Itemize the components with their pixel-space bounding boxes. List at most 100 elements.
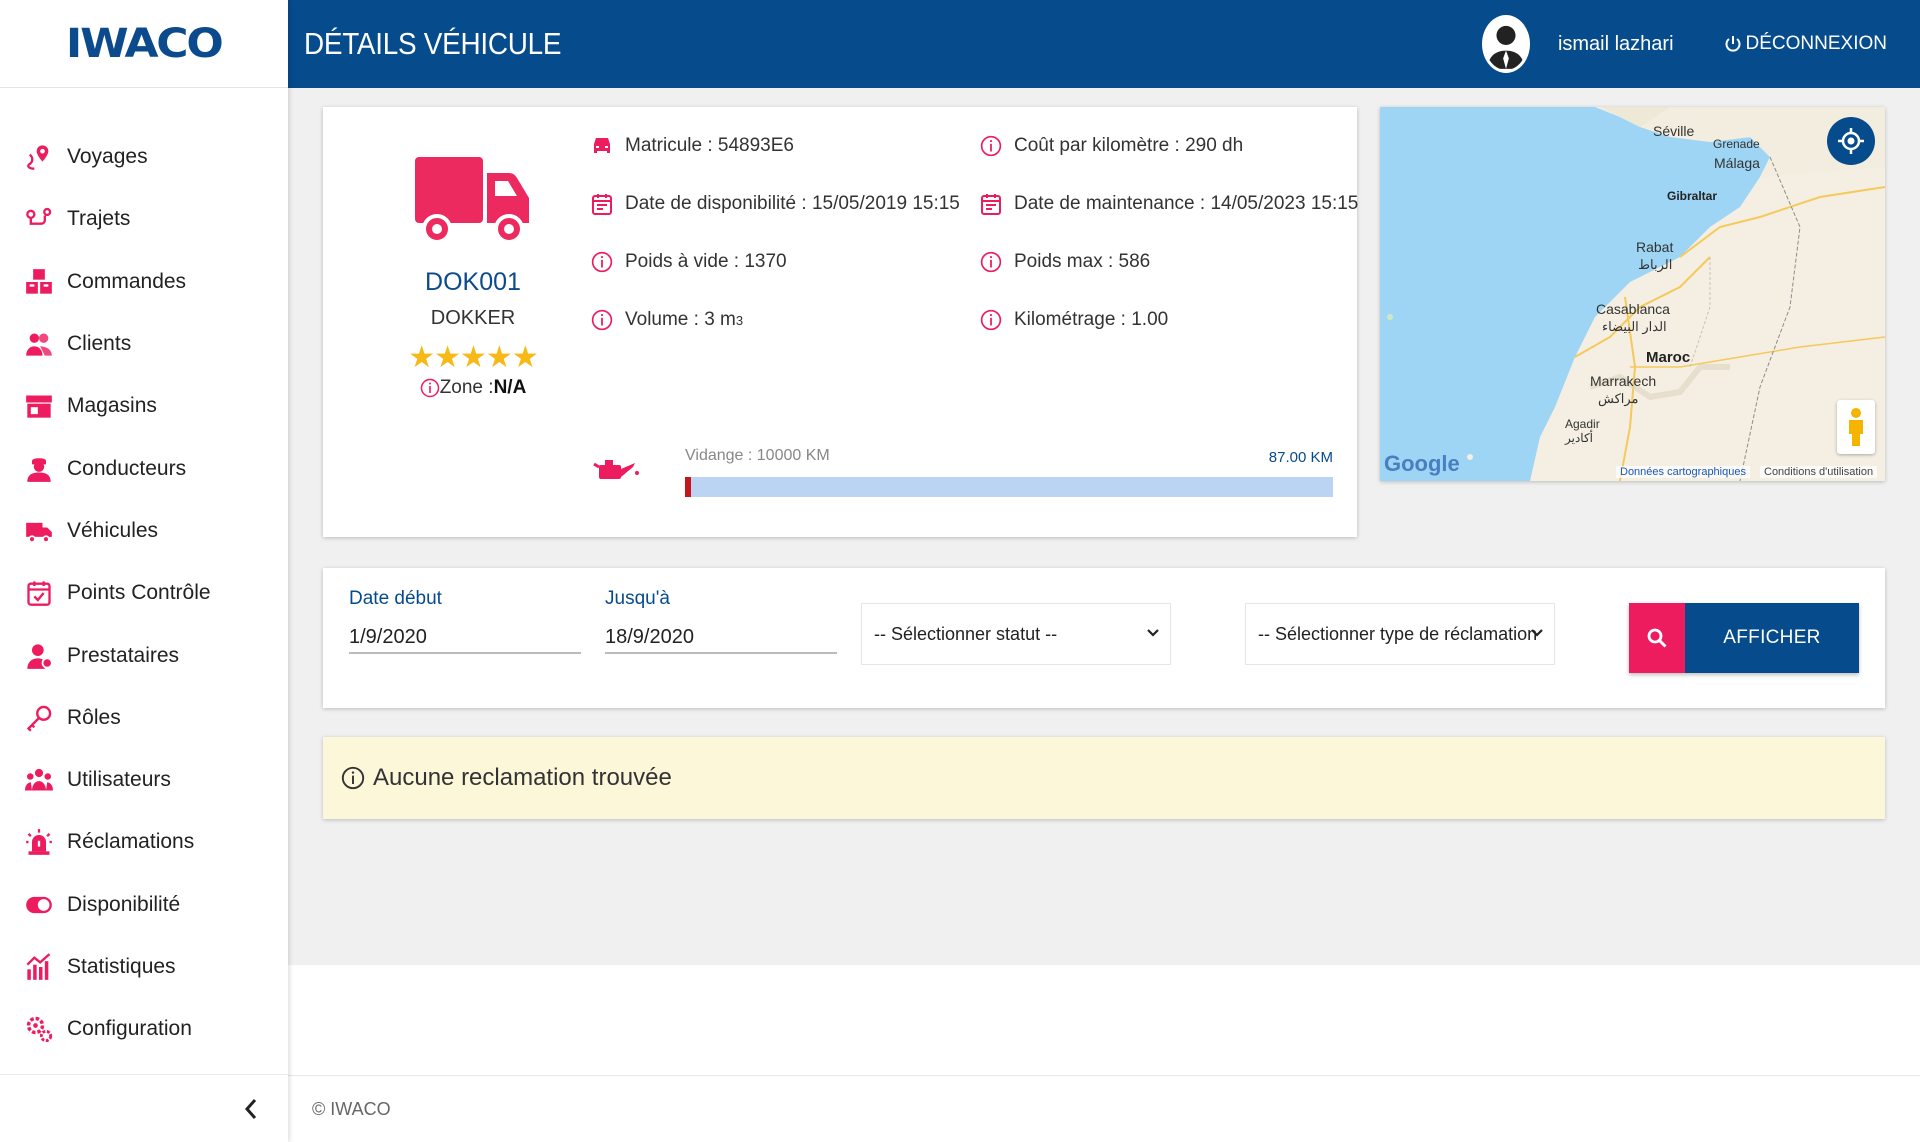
search-icon <box>1647 628 1667 648</box>
sidebar-item-points-controle[interactable]: Points Contrôle <box>0 562 288 624</box>
main-content: DOK001 DOKKER ★★★★★ Zone : N/A Matricule … <box>288 88 1920 965</box>
sidebar-item-magasins[interactable]: Magasins <box>0 375 288 437</box>
sidebar-item-label: Utilisateurs <box>67 768 171 792</box>
sidebar-item-statistiques[interactable]: Statistiques <box>0 936 288 998</box>
afficher-button[interactable]: AFFICHER <box>1629 603 1859 673</box>
truck-icon <box>24 516 54 546</box>
map-panel[interactable]: Séville Grenade Málaga Gibraltar Rabat ا… <box>1380 107 1885 481</box>
matricule-row: Matricule : 54893E6 <box>591 135 794 157</box>
date-maint-row: Date de maintenance : 14/05/2023 15:15 <box>980 193 1358 215</box>
map-label-marrakech-ar: مراكش <box>1598 391 1639 406</box>
person-icon <box>24 641 54 671</box>
sidebar-item-label: Trajets <box>67 207 131 231</box>
google-logo[interactable]: Google <box>1384 451 1460 477</box>
map-label-malaga: Málaga <box>1714 155 1760 171</box>
iwaco-logo[interactable]: IWACO <box>66 21 224 67</box>
logout-button[interactable]: DÉCONNEXION <box>1724 33 1887 55</box>
avatar[interactable] <box>1481 15 1530 73</box>
sidebar-item-voyages[interactable]: Voyages <box>0 126 288 188</box>
street-view-pegman[interactable] <box>1837 400 1875 454</box>
vehicle-identity: DOK001 DOKKER ★★★★★ Zone : N/A <box>393 157 553 399</box>
sidebar-item-prestataires[interactable]: Prestataires <box>0 624 288 686</box>
matricule-text: Matricule : 54893E6 <box>625 135 794 156</box>
sidebar-item-label: Configuration <box>67 1017 192 1041</box>
power-icon <box>1725 36 1741 52</box>
map-terms-link[interactable]: Conditions d'utilisation <box>1760 466 1878 478</box>
filter-card: Date début Jusqu'à -- Sélectionner statu… <box>323 568 1885 708</box>
map-label-rabat: Rabat <box>1636 239 1674 255</box>
sidebar-item-commandes[interactable]: Commandes <box>0 251 288 313</box>
user-name[interactable]: ismail lazhari <box>1558 33 1674 56</box>
crosshair-icon <box>1838 128 1864 154</box>
chevron-down-icon <box>1147 629 1159 637</box>
sidebar-item-label: Conducteurs <box>67 456 187 480</box>
sidebar-item-label: Points Contrôle <box>67 581 211 605</box>
sidebar-item-reclamations[interactable]: Réclamations <box>0 811 288 873</box>
logout-label: DÉCONNEXION <box>1745 33 1887 54</box>
oil-can-icon <box>593 460 639 479</box>
date-maint-text: Date de maintenance : 14/05/2023 15:15 <box>1014 193 1359 214</box>
jusqua-input[interactable] <box>605 622 837 654</box>
sidebar-item-label: Commandes <box>67 269 187 293</box>
poids-vide-text: Poids à vide : 1370 <box>625 251 787 272</box>
map-location-button[interactable] <box>1827 117 1875 165</box>
gears-icon <box>24 1014 54 1044</box>
zone-label: Zone : <box>439 377 494 398</box>
poids-max-row: Poids max : 586 <box>980 251 1150 273</box>
map-label-agadir: Agadir <box>1565 417 1600 431</box>
calendar-icon <box>981 194 1001 215</box>
vidange-section: Vidange : 10000 KM 87.00 KM <box>593 447 1333 507</box>
info-icon <box>341 766 365 790</box>
sidebar-item-conducteurs[interactable]: Conducteurs <box>0 437 288 499</box>
date-dispo-text: Date de disponibilité : 15/05/2019 15:15 <box>625 193 960 214</box>
sidebar-item-clients[interactable]: Clients <box>0 313 288 375</box>
map-label-rabat-ar: الرباط <box>1638 257 1673 272</box>
alarm-icon <box>24 827 54 857</box>
sidebar-nav: Voyages Trajets Commandes Clients Magasi… <box>0 88 288 1060</box>
collapse-sidebar-button[interactable] <box>236 1094 266 1124</box>
sidebar-item-roles[interactable]: Rôles <box>0 687 288 749</box>
copyright-text: © IWACO <box>312 1098 391 1119</box>
chevron-down-icon <box>1531 629 1543 637</box>
map-label-grenade: Grenade <box>1713 137 1760 151</box>
volume-exponent: 3 <box>735 312 744 328</box>
date-dispo-row: Date de disponibilité : 15/05/2019 15:15 <box>591 193 960 215</box>
trajet-icon <box>24 204 54 234</box>
map-label-marrakech: Marrakech <box>1590 373 1657 389</box>
sidebar: IWACO Voyages Trajets Commandes Clients <box>0 0 288 1142</box>
users-icon <box>24 329 54 359</box>
sidebar-item-configuration[interactable]: Configuration <box>0 998 288 1060</box>
sidebar-item-trajets[interactable]: Trajets <box>0 188 288 250</box>
sidebar-item-utilisateurs[interactable]: Utilisateurs <box>0 749 288 811</box>
sidebar-item-label: Statistiques <box>67 955 176 978</box>
sidebar-item-label: Voyages <box>67 145 148 169</box>
jusqua-label: Jusqu'à <box>605 588 670 609</box>
calendar-check-icon <box>24 578 54 608</box>
map-canvas[interactable] <box>1380 107 1885 481</box>
vehicle-code: DOK001 <box>425 268 521 296</box>
type-reclamation-select[interactable]: -- Sélectionner type de réclamation <box>1245 603 1555 665</box>
route-pin-icon <box>24 142 54 172</box>
poids-max-text: Poids max : 586 <box>1014 251 1151 272</box>
sidebar-item-label: Magasins <box>67 394 157 418</box>
header-user-area: ismail lazhari DÉCONNEXION <box>1481 0 1920 88</box>
info-icon <box>591 309 613 331</box>
poids-vide-row: Poids à vide : 1370 <box>591 251 787 273</box>
user-silhouette-icon <box>1487 25 1525 69</box>
volume-text: Volume : 3 m <box>625 309 736 330</box>
sidebar-item-vehicules[interactable]: Véhicules <box>0 500 288 562</box>
sidebar-item-label: Clients <box>67 332 132 356</box>
date-debut-input[interactable] <box>349 622 581 654</box>
sidebar-item-label: Véhicules <box>67 518 159 542</box>
statut-select[interactable]: -- Sélectionner statut -- <box>861 603 1171 665</box>
sidebar-item-disponibilite[interactable]: Disponibilité <box>0 874 288 936</box>
info-icon <box>980 251 1002 273</box>
logo-area[interactable]: IWACO <box>0 0 288 88</box>
statut-select-value: -- Sélectionner statut -- <box>874 623 1058 644</box>
vidange-progress-bar <box>685 477 1333 497</box>
volume-row: Volume : 3 m3 <box>591 309 743 331</box>
jusqua-field: Jusqu'à <box>605 588 837 654</box>
map-data-link[interactable]: Données cartographiques <box>1616 466 1750 478</box>
map-label-casablanca-ar: الدار البيضاء <box>1602 319 1667 334</box>
pegman-icon <box>1849 408 1863 446</box>
